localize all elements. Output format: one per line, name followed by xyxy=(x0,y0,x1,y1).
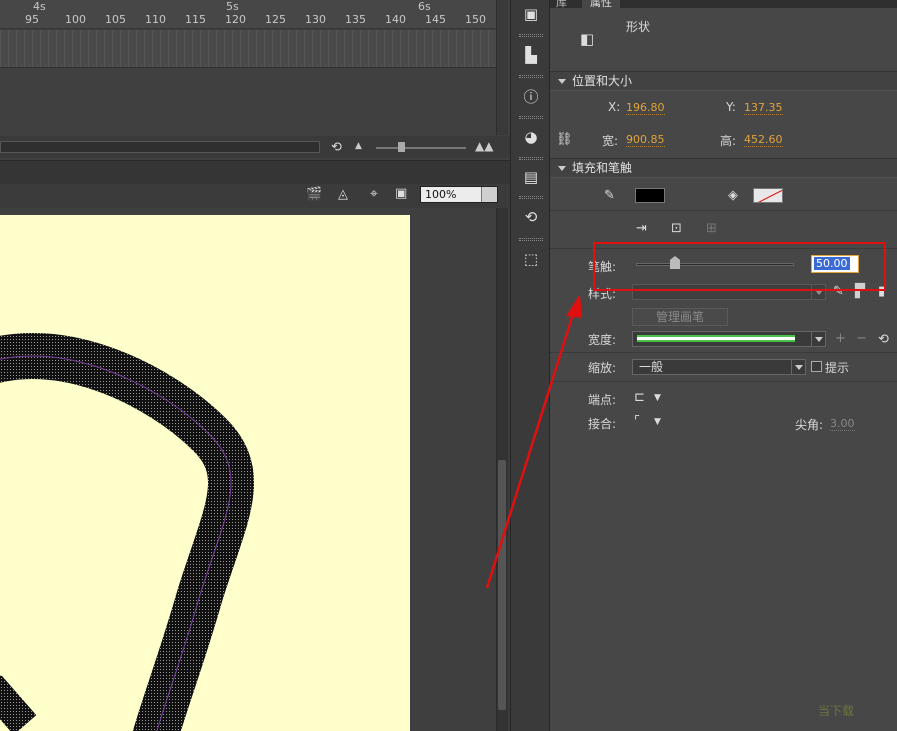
annotation-arrow xyxy=(485,294,582,589)
